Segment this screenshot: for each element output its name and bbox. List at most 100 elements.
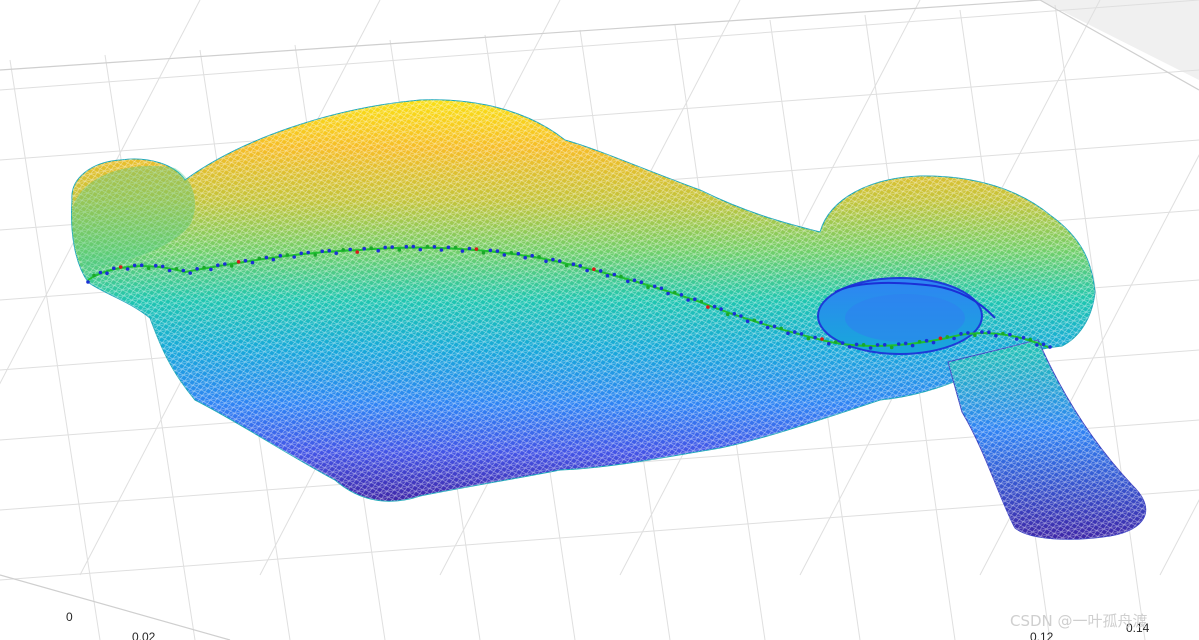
cut-point [551,257,555,262]
cut-point [605,273,610,278]
cut-point [299,251,304,256]
cut-point [889,345,894,350]
cut-point [827,341,831,346]
cut-point [1048,345,1052,349]
cut-point [376,248,381,253]
cut-point [432,245,437,249]
cut-point [739,314,743,318]
cut-point [516,251,521,256]
cut-point [223,262,227,266]
cut-point [987,330,991,335]
cut-point [994,333,998,338]
cut-point [1041,342,1046,347]
cut-point [571,262,576,267]
cut-point [973,333,977,338]
cut-point [411,244,416,249]
cut-point [306,250,311,255]
cut-point [285,253,290,257]
cut-point [181,268,186,273]
cut-point [699,299,704,304]
cut-point [278,253,283,258]
cut-point [369,246,374,250]
cut-point [271,257,276,262]
cut-point [719,307,723,311]
cut-point [509,251,514,255]
cut-point [765,325,770,330]
cut-point [439,248,444,252]
cut-point [1001,331,1005,336]
cut-point [92,273,96,278]
cut-point [229,264,234,268]
cut-point [772,324,777,329]
cut-point [903,341,908,346]
cut-point [348,247,353,252]
cut-point [847,345,852,349]
cut-point [786,331,790,336]
cut-point [966,331,970,335]
cut-point [502,253,507,257]
cut-point [875,343,880,347]
cut-point [952,336,956,341]
cut-point [467,246,472,251]
cut-point [216,263,220,268]
tick-label-0-12: 0.12 [1030,630,1054,640]
cut-point [619,274,623,279]
cut-point [362,246,367,251]
cut-point [1008,332,1012,337]
cut-point [404,244,409,249]
cut-point [592,267,596,272]
cut-point [679,293,684,297]
cut-point [646,285,650,290]
cut-point [854,342,859,347]
cut-point [167,268,172,273]
cut-point [1035,343,1039,347]
cut-point [557,259,562,263]
cut-point [945,335,950,339]
cut-point [418,247,423,252]
cut-point [917,339,922,344]
cut-point [938,336,943,341]
mesh-ring-inner [845,294,965,342]
cut-point [488,248,493,253]
cut-point [659,286,664,291]
cut-point [355,250,360,254]
cut-point [725,312,730,317]
cut-point [861,343,866,347]
cut-point [341,248,346,252]
cut-point [980,330,984,334]
cut-point [174,267,179,271]
cut-point [896,342,901,346]
cut-point [390,245,395,249]
cut-point [118,265,123,269]
cut-point [1014,337,1019,341]
cut-point [474,247,479,251]
cut-point [188,271,192,275]
cut-point [652,284,657,289]
cut-point [195,267,199,271]
cut-point [383,245,388,250]
cut-point [86,280,90,284]
cut-point [626,279,630,284]
cut-point [759,320,763,325]
cut-point [840,341,845,345]
cut-point [793,330,797,334]
cut-point [209,267,213,272]
plot-area[interactable]: 0 0.02 0.12 0.14 CSDN @一叶孤舟渡 [0,0,1199,640]
cut-point [460,249,465,253]
cut-point [327,248,332,253]
cut-point [320,249,325,254]
cut-point [813,335,817,340]
cut-point [523,255,527,260]
cut-point [910,343,915,348]
cut-point [806,336,811,341]
cut-point [397,248,402,252]
cut-point [243,258,248,263]
tick-label-0-02: 0.02 [132,630,156,640]
cut-point [585,268,589,273]
cut-point [752,318,757,323]
cut-point [125,267,130,271]
cut-point [799,332,804,336]
cut-point [612,272,617,277]
cut-point [712,304,717,309]
cut-point [673,290,677,295]
